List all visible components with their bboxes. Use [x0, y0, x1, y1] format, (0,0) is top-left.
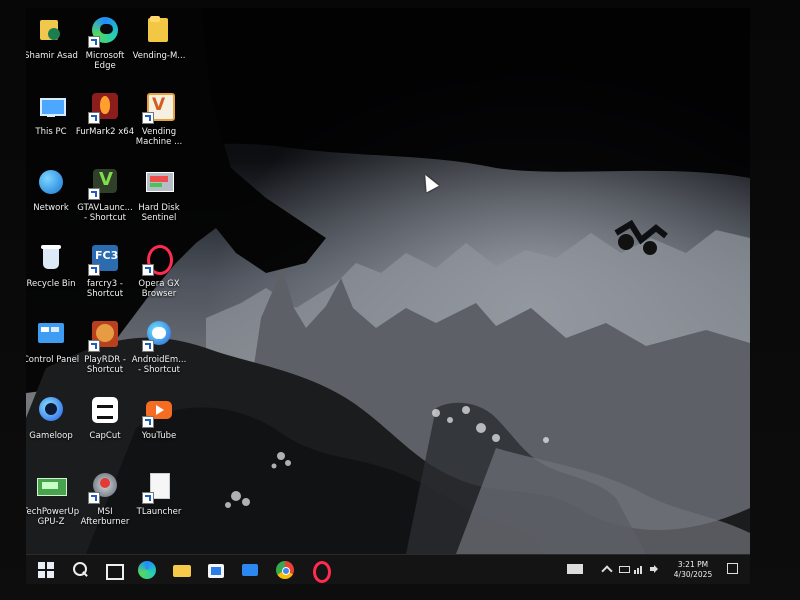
desktop-icon-android-emulator[interactable]: AndroidEm... - Shortcut	[126, 314, 192, 384]
file-explorer-icon[interactable]	[172, 560, 192, 580]
youtube-icon	[142, 394, 176, 428]
desktop-icon-label: YouTube	[141, 431, 177, 441]
desktop-icon-tlauncher[interactable]: TLauncher	[126, 466, 192, 536]
keyboard-icon[interactable]	[567, 564, 583, 574]
android-emulator-icon	[142, 318, 176, 352]
network-icon[interactable]	[634, 564, 644, 574]
edge-icon	[88, 14, 122, 48]
desktop-icon-label: Hard Disk Sentinel	[138, 203, 180, 223]
chevron-up-icon[interactable]	[601, 564, 613, 577]
desktop-icon-label: Vending Machine ...	[135, 127, 183, 147]
desktop-icon-label: Vending-M...	[132, 51, 186, 61]
desktop-icon-label: GTAVLaunc... - Shortcut	[77, 203, 133, 223]
store-icon[interactable]	[206, 560, 226, 580]
taskbar: 3:21 PM 4/30/2025	[26, 554, 750, 584]
monitor-bezel: Shamir Asad Microsoft Edge Vending-M... …	[0, 0, 800, 600]
desktop-icon-label: CapCut	[89, 431, 121, 441]
hard-disk-sentinel-icon	[142, 166, 176, 200]
gameloop-icon	[34, 394, 68, 428]
edge-icon[interactable]	[137, 560, 157, 580]
desktop-icon-hard-disk-sentinel[interactable]: Hard Disk Sentinel	[126, 162, 192, 232]
volume-icon[interactable]	[649, 564, 659, 574]
chrome-icon[interactable]	[275, 560, 295, 580]
desktop-icon-label: Recycle Bin	[26, 279, 76, 289]
rdr-icon	[88, 318, 122, 352]
recycle-bin-icon	[34, 242, 68, 276]
desktop-icon-label: This PC	[35, 127, 67, 137]
clock-date[interactable]: 4/30/2025	[668, 570, 718, 579]
capcut-icon	[88, 394, 122, 428]
control-panel-icon	[34, 318, 68, 352]
network-icon	[34, 166, 68, 200]
desktop-icon-opera-gx[interactable]: Opera GX Browser	[126, 238, 192, 308]
user-folder-icon	[34, 14, 68, 48]
desktop-icon-label: Shamir Asad	[26, 51, 78, 61]
gta-launcher-icon: V	[88, 166, 122, 200]
notifications-icon[interactable]	[726, 562, 738, 576]
desktop-icon-label: farcry3 - Shortcut	[86, 279, 124, 299]
msi-afterburner-icon	[88, 470, 122, 504]
desktop-icon-label: MSI Afterburner	[80, 507, 130, 527]
desktop-icon-label: Gameloop	[29, 431, 73, 441]
this-pc-icon	[34, 90, 68, 124]
opera-icon[interactable]	[310, 560, 331, 583]
task-view-icon[interactable]	[103, 560, 124, 580]
gpuz-icon	[34, 470, 68, 504]
desktop-icon-youtube[interactable]: YouTube	[126, 390, 192, 460]
desktop-icon-label: Network	[33, 203, 69, 213]
furmark-icon	[88, 90, 122, 124]
desktop-screen: Shamir Asad Microsoft Edge Vending-M... …	[26, 8, 750, 584]
mail-icon[interactable]	[240, 560, 260, 580]
vending-machine-icon: V	[142, 90, 176, 124]
desktop-icon-vending-folder[interactable]: Vending-M...	[126, 10, 192, 80]
folder-icon	[142, 14, 176, 48]
desktop-icon-label: Microsoft Edge	[85, 51, 125, 71]
opera-gx-icon	[142, 242, 176, 276]
clock-time[interactable]: 3:21 PM	[670, 560, 716, 569]
tlauncher-icon	[142, 470, 176, 504]
battery-icon[interactable]	[619, 564, 630, 574]
search-icon[interactable]	[70, 560, 90, 580]
desktop-icon-label: TLauncher	[136, 507, 182, 517]
windows-start-icon[interactable]	[36, 560, 56, 580]
desktop-icon-label: AndroidEm... - Shortcut	[131, 355, 187, 375]
farcry3-icon: FC3	[88, 242, 122, 276]
desktop-icon-label: Opera GX Browser	[138, 279, 180, 299]
desktop-icon-label: PlayRDR - Shortcut	[84, 355, 126, 375]
desktop-icon-vending-machine[interactable]: V Vending Machine ...	[126, 86, 192, 156]
